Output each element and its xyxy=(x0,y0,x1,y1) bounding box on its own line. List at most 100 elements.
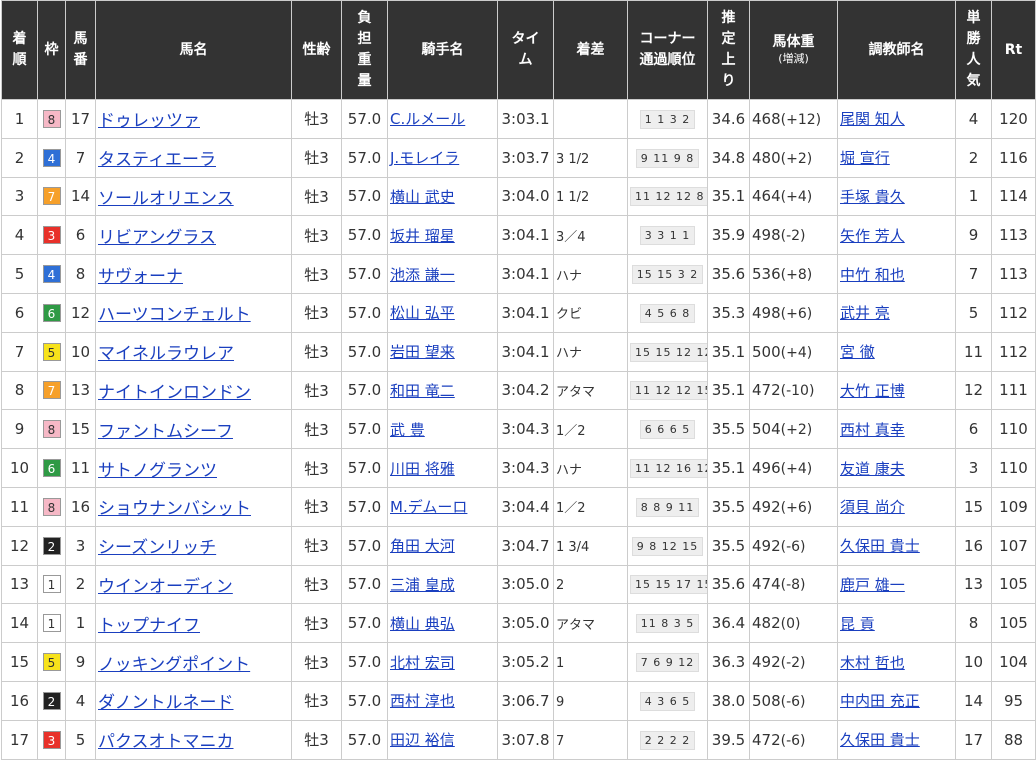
weight-cell: 57.0 xyxy=(341,719,388,760)
trainer-name-link[interactable]: 武井 亮 xyxy=(840,304,890,322)
corner-positions: 11 12 12 15 xyxy=(630,381,707,401)
jockey-name-link[interactable]: 川田 将雅 xyxy=(390,460,455,478)
time-cell: 3:04.1 xyxy=(497,292,554,333)
trainer-name-link[interactable]: 昆 貢 xyxy=(840,615,875,633)
horse-weight-cell: 468(+12) xyxy=(749,99,838,139)
trainer-name-link[interactable]: 久保田 貴士 xyxy=(840,731,920,749)
waku-badge: 6 xyxy=(42,459,61,478)
horse-weight-diff: (+12) xyxy=(780,111,822,128)
horse-name-link[interactable]: ウインオーディン xyxy=(98,577,233,597)
trainer-name-link[interactable]: 鹿戸 雄一 xyxy=(840,576,905,594)
jockey-name-link[interactable]: M.デムーロ xyxy=(390,498,467,516)
margin-text: 3／4 xyxy=(556,229,586,245)
rt-cell: 111 xyxy=(991,370,1036,411)
popularity-cell: 5 xyxy=(955,292,992,333)
trainer-name-link[interactable]: 中竹 和也 xyxy=(840,266,905,284)
corner-positions: 15 15 12 12 xyxy=(630,342,707,362)
jockey-name-link[interactable]: 西村 淳也 xyxy=(390,692,455,710)
waku-badge: 4 xyxy=(42,148,61,167)
rt-cell: 114 xyxy=(991,176,1036,217)
corner-positions: 8 8 9 11 xyxy=(635,497,700,517)
horse-name-link[interactable]: シーズンリッチ xyxy=(98,538,216,558)
horse-name-link[interactable]: ショウナンバシット xyxy=(98,499,251,519)
popularity-cell: 9 xyxy=(955,215,992,256)
rank-cell: 2 xyxy=(1,137,38,178)
jockey-name-link[interactable]: 松山 弘平 xyxy=(390,304,455,322)
horse-weight-cell: 504(+2) xyxy=(749,409,838,450)
horse-name-link[interactable]: マイネルラウレア xyxy=(98,344,234,364)
jockey-name-link[interactable]: 和田 竜二 xyxy=(390,382,455,400)
horse-name-link[interactable]: ドゥレッツァ xyxy=(98,111,200,131)
margin-text: アタマ xyxy=(556,617,596,633)
horse-name-link[interactable]: ナイトインロンドン xyxy=(98,383,251,403)
jockey-name-link[interactable]: J.モレイラ xyxy=(390,149,459,167)
waku-badge: 5 xyxy=(42,342,61,361)
trainer-name-link[interactable]: 堀 宣行 xyxy=(840,149,890,167)
horse-name-link[interactable]: ノッキングポイント xyxy=(98,655,250,675)
trainer-name-link[interactable]: 久保田 貴士 xyxy=(840,537,920,555)
waku-badge: 4 xyxy=(42,265,61,284)
horse-name-link[interactable]: サトノグランツ xyxy=(98,461,217,481)
rt-cell: 107 xyxy=(991,525,1036,566)
waku-badge: 6 xyxy=(42,303,61,322)
horse-cell: ダノントルネード xyxy=(95,680,292,721)
rt-cell: 110 xyxy=(991,409,1036,450)
trainer-name-link[interactable]: 友道 康夫 xyxy=(840,460,905,478)
rt-cell: 113 xyxy=(991,254,1036,294)
horse-name-link[interactable]: サヴォーナ xyxy=(98,267,183,287)
horse-name-link[interactable]: トップナイフ xyxy=(98,616,200,636)
jockey-name-link[interactable]: 北村 宏司 xyxy=(390,654,455,672)
trainer-name-link[interactable]: 須貝 尚介 xyxy=(840,498,905,516)
rt-cell: 112 xyxy=(991,331,1036,372)
trainer-name-link[interactable]: 中内田 充正 xyxy=(840,692,920,710)
jockey-name-link[interactable]: 池添 謙一 xyxy=(390,266,455,284)
trainer-cell: 中竹 和也 xyxy=(837,254,956,294)
umaban-cell: 3 xyxy=(65,525,96,566)
trainer-name-link[interactable]: 木村 哲也 xyxy=(840,654,905,672)
waku-badge: 8 xyxy=(42,497,61,516)
trainer-name-link[interactable]: 大竹 正博 xyxy=(840,382,905,400)
jockey-name-link[interactable]: 武 豊 xyxy=(390,421,425,439)
margin-cell: アタマ xyxy=(553,603,628,644)
jockey-name-link[interactable]: 坂井 瑠星 xyxy=(390,227,455,245)
waku-cell: 8 xyxy=(37,486,66,527)
jockey-name-link[interactable]: 横山 典弘 xyxy=(390,615,455,633)
last3f-cell: 35.6 xyxy=(707,564,750,605)
results-body: 1 8 17 ドゥレッツァ 牡3 57.0 C.ルメール 3:03.1 1 1 … xyxy=(1,99,1036,760)
jockey-name-link[interactable]: 横山 武史 xyxy=(390,188,455,206)
rt-cell: 110 xyxy=(991,448,1036,488)
jockey-name-link[interactable]: 三浦 皇成 xyxy=(390,576,455,594)
waku-cell: 4 xyxy=(37,254,66,294)
jockey-name-link[interactable]: C.ルメール xyxy=(390,110,465,128)
waku-cell: 6 xyxy=(37,448,66,488)
horse-name-link[interactable]: リビアングラス xyxy=(98,228,216,248)
jockey-name-link[interactable]: 岩田 望来 xyxy=(390,343,455,361)
jockey-cell: 武 豊 xyxy=(387,409,498,450)
jockey-name-link[interactable]: 田辺 裕信 xyxy=(390,731,455,749)
waku-cell: 2 xyxy=(37,680,66,721)
corner-positions: 11 12 16 12 xyxy=(630,459,707,479)
last3f-cell: 38.0 xyxy=(707,680,750,721)
trainer-name-link[interactable]: 宮 徹 xyxy=(840,343,875,361)
horse-name-link[interactable]: ダノントルネード xyxy=(98,693,234,713)
waku-cell: 7 xyxy=(37,176,66,217)
jockey-name-link[interactable]: 角田 大河 xyxy=(390,537,455,555)
horse-name-link[interactable]: タスティエーラ xyxy=(98,150,216,170)
weight-cell: 57.0 xyxy=(341,370,388,411)
horse-name-link[interactable]: ソールオリエンス xyxy=(98,189,234,209)
trainer-name-link[interactable]: 尾関 知人 xyxy=(840,110,905,128)
horse-name-link[interactable]: パクスオトマニカ xyxy=(98,732,234,752)
horse-name-link[interactable]: ハーツコンチェルト xyxy=(98,305,251,325)
horse-weight-value: 480 xyxy=(752,148,781,167)
corner-cell: 1 1 3 2 xyxy=(627,99,708,139)
trainer-name-link[interactable]: 矢作 芳人 xyxy=(840,227,905,245)
popularity-cell: 3 xyxy=(955,448,992,488)
trainer-name-link[interactable]: 手塚 貴久 xyxy=(840,188,905,206)
rt-cell: 116 xyxy=(991,137,1036,178)
jockey-cell: M.デムーロ xyxy=(387,486,498,527)
horse-name-link[interactable]: ファントムシーフ xyxy=(98,422,233,442)
time-cell: 3:04.3 xyxy=(497,409,554,450)
popularity-cell: 13 xyxy=(955,564,992,605)
jockey-cell: 横山 武史 xyxy=(387,176,498,217)
trainer-name-link[interactable]: 西村 真幸 xyxy=(840,421,905,439)
